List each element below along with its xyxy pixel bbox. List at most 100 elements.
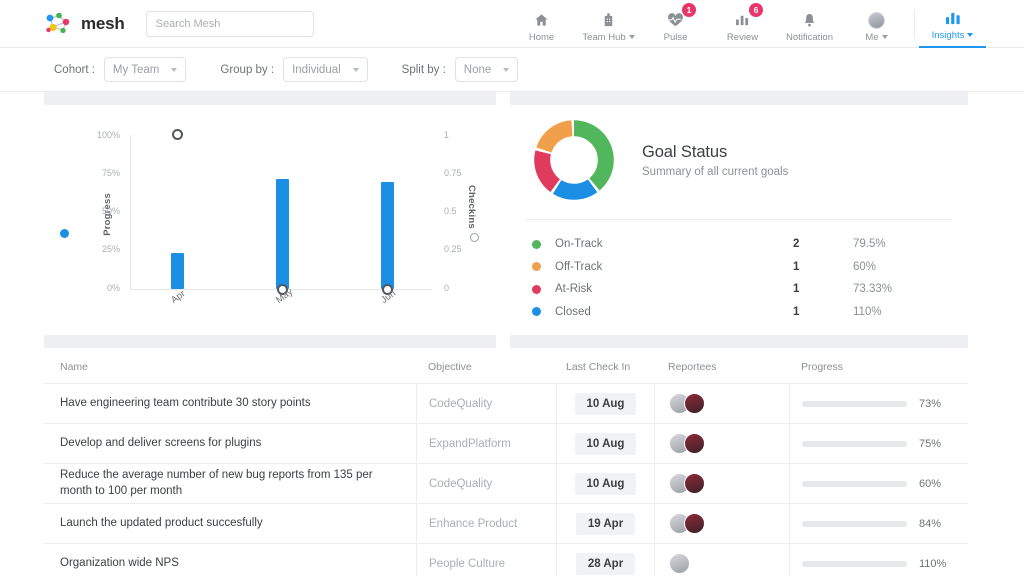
- legend-name-on-track: On-Track: [555, 238, 603, 251]
- cohort-label: Cohort :: [54, 63, 95, 76]
- cell-reportees: [654, 464, 789, 503]
- cell-progress: 84%: [789, 504, 968, 543]
- y2-tick-3: 0.75: [444, 168, 462, 178]
- group-by-select[interactable]: Individual: [283, 57, 368, 82]
- avatar: [684, 473, 705, 494]
- table-header-row: Name Objective Last Check In Reportees P…: [44, 350, 968, 383]
- split-by-select[interactable]: None: [454, 57, 519, 82]
- legend-name-at-risk: At-Risk: [555, 283, 593, 296]
- nav-item-review[interactable]: 6 Review: [709, 0, 776, 48]
- bell-icon: [803, 12, 816, 29]
- cell-reportees: [654, 504, 789, 543]
- legend-row-off-track[interactable]: Off-Track 1 60%: [532, 256, 952, 279]
- cell-progress: 75%: [789, 424, 968, 463]
- table-row[interactable]: Develop and deliver screens for plugins E…: [44, 423, 968, 463]
- cohort-value: My Team: [112, 63, 160, 76]
- table-row[interactable]: Reduce the average number of new bug rep…: [44, 463, 968, 503]
- chart-y-axis-ticks: 100% 75% 50% 25% 0%: [86, 105, 120, 335]
- status-dot-off-track: [532, 262, 541, 272]
- split-by-label: Split by :: [401, 63, 446, 76]
- nav-divider: [914, 8, 915, 39]
- legend-row-at-risk[interactable]: At-Risk 1 73.33%: [532, 278, 952, 301]
- cell-last-check-in: 28 Apr: [556, 544, 654, 576]
- cell-objective[interactable]: Enhance Product: [416, 504, 556, 543]
- home-icon: [534, 12, 549, 29]
- legend-count-on-track: 2: [793, 238, 800, 251]
- progress-value: 84%: [919, 517, 942, 530]
- checkin-marker-apr[interactable]: [172, 128, 183, 140]
- goals-table: Name Objective Last Check In Reportees P…: [44, 350, 968, 576]
- legend-count-at-risk: 1: [793, 283, 800, 296]
- nav-item-home[interactable]: Home: [508, 0, 575, 48]
- legend-percent-off-track: 60%: [853, 260, 877, 273]
- legend-count-closed: 1: [793, 305, 800, 318]
- nav-item-me[interactable]: Me: [843, 0, 910, 48]
- table-row[interactable]: Launch the updated product succesfully En…: [44, 503, 968, 543]
- y2-tick-2: 0.5: [444, 206, 457, 216]
- reportee-avatars[interactable]: [669, 513, 705, 534]
- y2-tick-0: 0: [444, 283, 450, 293]
- check-in-chip[interactable]: 10 Aug: [574, 432, 637, 455]
- search-placeholder: Search Mesh: [155, 17, 221, 30]
- cell-goal-name: Launch the updated product succesfully: [60, 516, 263, 529]
- reportee-avatars[interactable]: [669, 473, 705, 494]
- y-tick-3: 75%: [101, 168, 120, 178]
- chevron-down-icon: [967, 33, 974, 37]
- group-by-label: Group by :: [220, 63, 275, 76]
- check-in-chip[interactable]: 10 Aug: [574, 392, 637, 415]
- cell-objective[interactable]: CodeQuality: [416, 384, 556, 423]
- goal-status-donut-chart[interactable]: [532, 118, 616, 202]
- goal-status-card: Goal Status Summary of all current goals…: [510, 105, 968, 335]
- cell-goal-name: Have engineering team contribute 30 stor…: [60, 396, 311, 409]
- progress-bar: [802, 440, 907, 447]
- cell-objective[interactable]: ExpandPlatform: [416, 424, 556, 463]
- nav-label-pulse: Pulse: [663, 31, 688, 43]
- legend-row-closed[interactable]: Closed 1 110%: [532, 301, 952, 324]
- search-input[interactable]: Search Mesh: [145, 10, 314, 37]
- brand-name: mesh: [81, 13, 125, 33]
- progress-bar: [802, 480, 907, 487]
- cell-last-check-in: 10 Aug: [556, 424, 654, 463]
- chart-legend-progress-dot: [60, 229, 69, 238]
- insights-page: mesh Search Mesh Home Team Hub 1 Pulse 6…: [0, 0, 1024, 576]
- cohort-select[interactable]: My Team: [103, 57, 187, 82]
- check-in-chip[interactable]: 19 Apr: [575, 512, 636, 535]
- goal-status-legend: On-Track 2 79.5% Off-Track 1 60% At-Risk…: [532, 233, 952, 323]
- avatar: [684, 393, 705, 414]
- check-in-chip[interactable]: 10 Aug: [574, 472, 637, 495]
- cell-objective[interactable]: CodeQuality: [416, 464, 556, 503]
- y2-tick-4: 1: [444, 130, 450, 140]
- progress-bar: [802, 520, 907, 527]
- chevron-down-icon: [171, 67, 178, 72]
- legend-row-on-track[interactable]: On-Track 2 79.5%: [532, 233, 952, 256]
- avatar: [684, 433, 705, 454]
- y-tick-1: 25%: [101, 244, 120, 254]
- table-row[interactable]: Organization wide NPS People Culture 28 Ap…: [44, 543, 968, 576]
- bar-jun[interactable]: [381, 182, 394, 289]
- nav-item-insights[interactable]: Insights: [919, 0, 986, 48]
- bar-may[interactable]: [276, 178, 289, 289]
- legend-count-off-track: 1: [793, 260, 800, 273]
- legend-name-off-track: Off-Track: [555, 260, 603, 273]
- cell-reportees: [654, 424, 789, 463]
- reportee-avatars[interactable]: [669, 553, 690, 574]
- table-row[interactable]: Have engineering team contribute 30 stor…: [44, 383, 968, 423]
- progress-checkins-chart-card: Progress Checkins 100% 75% 50% 25% 0% 1 …: [48, 105, 498, 335]
- avatar: [684, 513, 705, 534]
- cell-objective[interactable]: People Culture: [416, 544, 556, 576]
- nav-item-notification[interactable]: Notification: [776, 0, 843, 48]
- nav-item-team-hub[interactable]: Team Hub: [575, 0, 642, 48]
- insights-bars-icon: [945, 10, 961, 27]
- badge-review: 6: [749, 2, 763, 17]
- cell-progress: 60%: [789, 464, 968, 503]
- reportee-avatars[interactable]: [669, 393, 705, 414]
- reportee-avatars[interactable]: [669, 433, 705, 454]
- cell-goal-name: Reduce the average number of new bug rep…: [60, 468, 373, 497]
- nav-item-pulse[interactable]: 1 Pulse: [642, 0, 709, 48]
- cell-reportees: [654, 384, 789, 423]
- bar-apr[interactable]: [171, 253, 184, 289]
- brand-logo[interactable]: mesh: [44, 10, 125, 38]
- cell-goal-name: Develop and deliver screens for plugins: [60, 436, 262, 449]
- goal-status-subtitle: Summary of all current goals: [642, 165, 789, 178]
- check-in-chip[interactable]: 28 Apr: [575, 552, 636, 575]
